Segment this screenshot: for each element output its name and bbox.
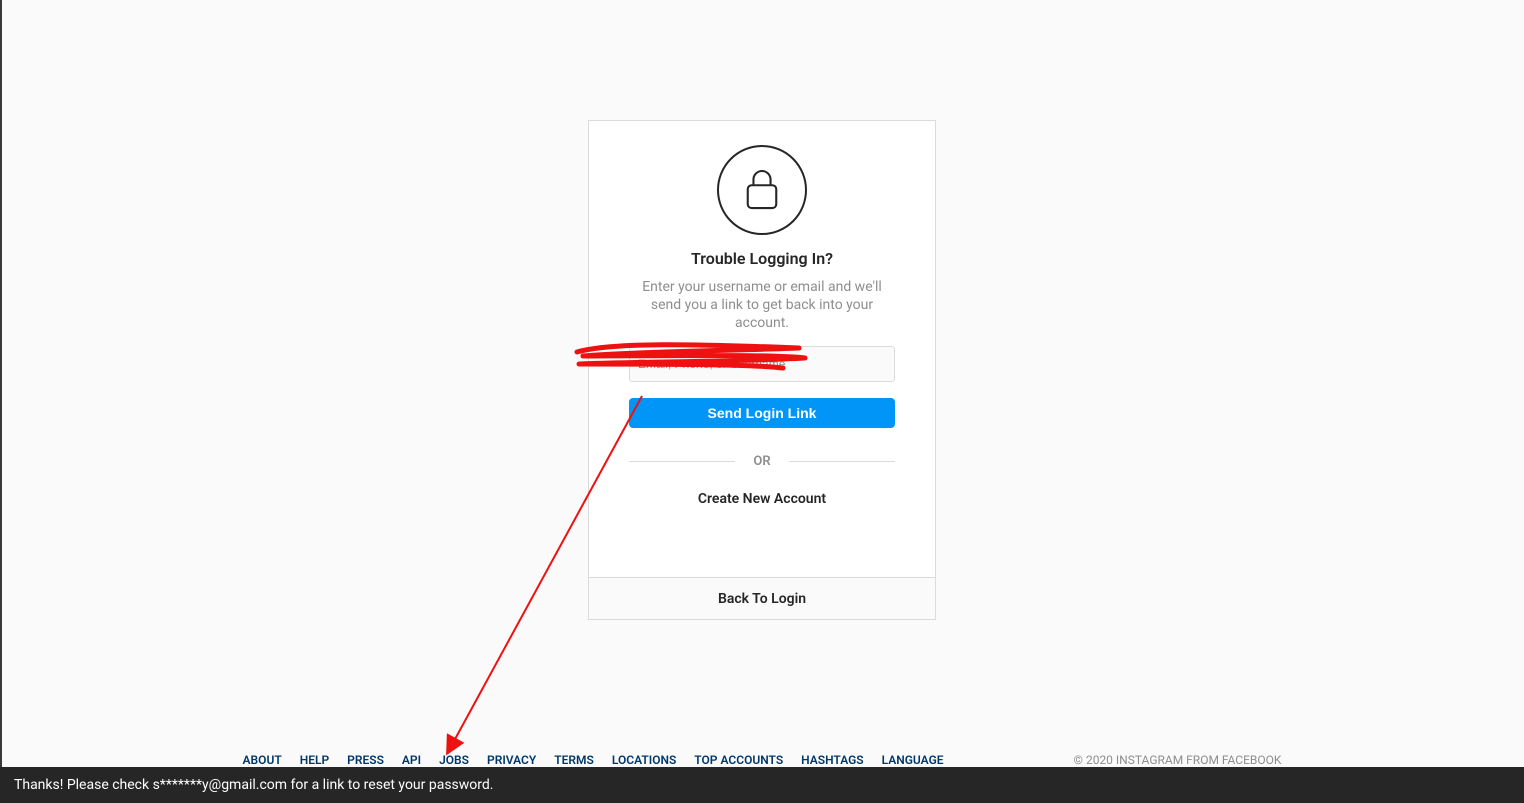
footer-link-terms[interactable]: TERMS (554, 753, 594, 767)
divider-line (629, 461, 735, 462)
input-wrapper (629, 346, 895, 382)
footer-link-help[interactable]: HELP (300, 753, 329, 767)
divider-line (789, 461, 895, 462)
footer: ABOUT HELP PRESS API JOBS PRIVACY TERMS … (0, 753, 1524, 767)
lock-icon (717, 145, 807, 235)
footer-link-about[interactable]: ABOUT (243, 753, 282, 767)
send-login-link-button[interactable]: Send Login Link (629, 398, 895, 428)
footer-link-language[interactable]: LANGUAGE (882, 753, 944, 767)
toast-message: Thanks! Please check s*******y@gmail.com… (0, 767, 1524, 803)
or-text: OR (753, 454, 770, 469)
footer-link-api[interactable]: API (402, 753, 421, 767)
reset-card: Trouble Logging In? Enter your username … (588, 120, 936, 620)
card-body: Trouble Logging In? Enter your username … (589, 121, 935, 577)
main-content: Trouble Logging In? Enter your username … (0, 0, 1524, 620)
or-divider: OR (629, 454, 895, 469)
footer-link-top-accounts[interactable]: TOP ACCOUNTS (694, 753, 783, 767)
create-account-link[interactable]: Create New Account (698, 491, 826, 507)
back-to-login-button[interactable]: Back To Login (589, 577, 935, 619)
card-title: Trouble Logging In? (691, 249, 833, 268)
footer-links: ABOUT HELP PRESS API JOBS PRIVACY TERMS … (243, 753, 944, 767)
footer-link-locations[interactable]: LOCATIONS (612, 753, 676, 767)
footer-link-privacy[interactable]: PRIVACY (487, 753, 536, 767)
card-subtitle: Enter your username or email and we'll s… (629, 278, 895, 332)
window-left-border (0, 0, 2, 803)
footer-copyright: © 2020 INSTAGRAM FROM FACEBOOK (1074, 753, 1282, 767)
footer-link-press[interactable]: PRESS (347, 753, 384, 767)
footer-link-jobs[interactable]: JOBS (439, 753, 469, 767)
footer-link-hashtags[interactable]: HASHTAGS (801, 753, 863, 767)
identifier-input[interactable] (629, 346, 895, 382)
